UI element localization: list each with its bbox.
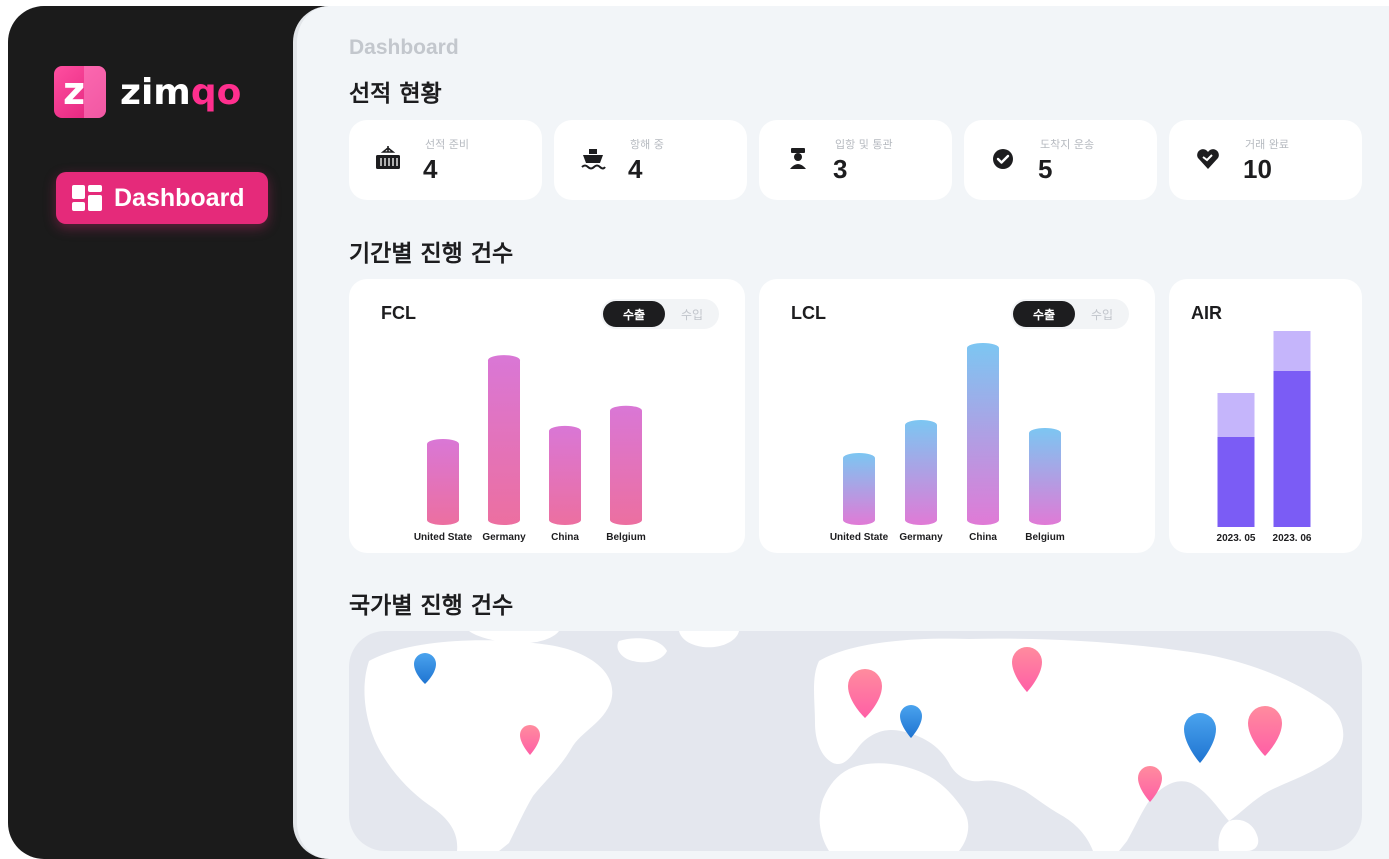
chart-bar[interactable]: [1029, 428, 1061, 525]
sidebar-item-label: Dashboard: [114, 183, 245, 212]
section-title-period: 기간별 진행 건수: [349, 241, 514, 267]
air-bar-chart: 2023. 05 2023. 06: [1217, 331, 1312, 544]
stat-card-sailing[interactable]: 항해 중 4: [554, 120, 747, 200]
logo-wordmark: zimqo: [120, 72, 241, 113]
stat-label: 선적 준비: [425, 138, 469, 151]
stat-label: 입항 및 통관: [835, 138, 893, 151]
logo-name-prefix: zim: [120, 71, 191, 113]
map-pin[interactable]: [900, 705, 922, 738]
map-pin[interactable]: [1012, 647, 1042, 692]
map-pins-layer: [414, 647, 1282, 802]
logo-name-accent: qo: [190, 71, 242, 113]
stat-card-transport[interactable]: 도착지 운송 5: [964, 120, 1157, 200]
stat-card-ready[interactable]: 선적 준비 4: [349, 120, 542, 200]
main-content: Dashboard 선적 현황 선적 준비 4 항해 중 4 입항 및 통관 3: [293, 6, 1389, 859]
map-pin[interactable]: [1184, 713, 1216, 763]
logo-mark-letter: z: [63, 69, 86, 113]
stat-label: 거래 완료: [1245, 138, 1289, 151]
x-tick-label: United State: [414, 532, 473, 543]
logo[interactable]: z zimqo: [54, 66, 241, 118]
dashboard-icon: [72, 185, 102, 211]
x-tick-label: China: [551, 532, 579, 543]
chart-card-air: AIR 2023. 05 2023. 06: [1169, 279, 1362, 553]
map-pin[interactable]: [1138, 766, 1162, 802]
chart-bar[interactable]: [488, 355, 520, 525]
container-icon: [373, 144, 403, 174]
chart-bar-segment[interactable]: [1273, 331, 1311, 371]
x-tick-label: 2023. 06: [1273, 533, 1312, 544]
stat-value: 3: [833, 154, 848, 184]
page-title: Dashboard: [349, 36, 459, 59]
customs-officer-icon: [783, 144, 813, 174]
chart-bar[interactable]: [610, 405, 642, 525]
x-tick-label: Germany: [482, 532, 526, 543]
ship-icon: [578, 144, 608, 174]
stat-card-customs[interactable]: 입항 및 통관 3: [759, 120, 952, 200]
chart-bar[interactable]: [427, 439, 459, 525]
map-pin[interactable]: [1248, 706, 1282, 756]
map-pin[interactable]: [414, 653, 436, 684]
section-title-country: 국가별 진행 건수: [349, 593, 514, 619]
section-title-shipment: 선적 현황: [349, 81, 442, 107]
chart-bar-segment[interactable]: [1217, 437, 1255, 527]
sidebar-item-dashboard[interactable]: Dashboard: [56, 172, 268, 224]
chart-bar[interactable]: [549, 425, 581, 525]
x-tick-label: United State: [830, 532, 889, 543]
chart-card-lcl: LCL 수출 수입 United State Germany China Belgiu…: [759, 279, 1155, 553]
x-tick-label: Germany: [899, 532, 943, 543]
chart-card-fcl: FCL 수출 수입 United State Germany China Belgiu…: [349, 279, 745, 553]
stat-card-complete[interactable]: 거래 완료 10: [1169, 120, 1362, 200]
stat-label: 도착지 운송: [1040, 138, 1095, 151]
check-circle-icon: [988, 144, 1018, 174]
logo-mark-icon: z: [54, 66, 106, 118]
fcl-bar-chart: United State Germany China Belgium: [414, 355, 646, 543]
handshake-heart-icon: [1193, 144, 1223, 174]
chart-bar[interactable]: [905, 420, 937, 525]
map-pin[interactable]: [520, 725, 540, 755]
x-tick-label: 2023. 05: [1217, 533, 1256, 544]
app-window: z zimqo Dashboard Dashboard 선적 현황 선적 준비 …: [8, 6, 1389, 859]
chart-bar[interactable]: [967, 343, 999, 525]
chart-bar-segment[interactable]: [1273, 371, 1311, 527]
x-tick-label: Belgium: [1025, 532, 1065, 543]
map-pin[interactable]: [848, 669, 882, 718]
chart-bar-segment[interactable]: [1217, 393, 1255, 437]
stat-value: 4: [628, 154, 643, 184]
world-map[interactable]: [349, 631, 1362, 851]
x-tick-label: China: [969, 532, 997, 543]
x-tick-label: Belgium: [606, 532, 646, 543]
lcl-bar-chart: United State Germany China Belgium: [830, 343, 1065, 543]
stat-value: 4: [423, 154, 438, 184]
stat-value: 10: [1243, 154, 1272, 184]
chart-bar[interactable]: [843, 453, 875, 525]
stat-value: 5: [1038, 154, 1053, 184]
stat-label: 항해 중: [630, 138, 664, 151]
sidebar: z zimqo Dashboard: [8, 6, 298, 859]
